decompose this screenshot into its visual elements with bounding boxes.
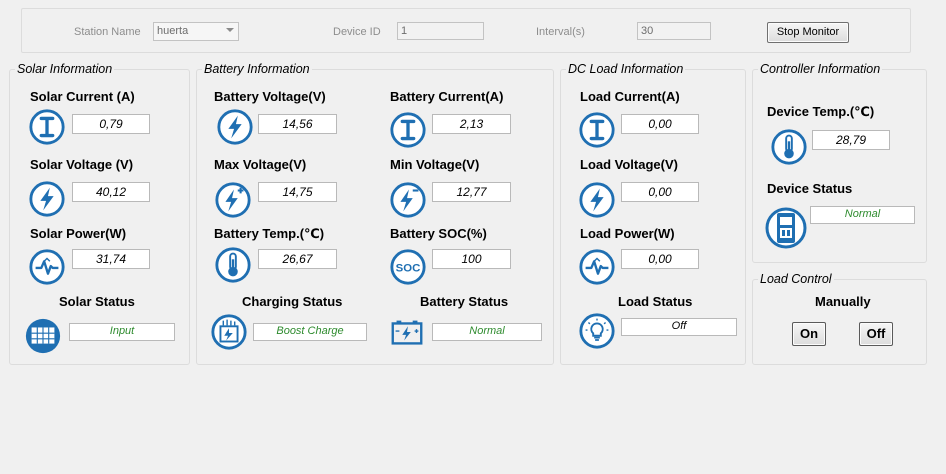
battery-soc-label: Battery SOC(%) <box>390 226 487 241</box>
battery-voltage-value: 14,56 <box>258 114 337 134</box>
load-control-title: Load Control <box>758 272 834 286</box>
current-icon <box>28 108 66 146</box>
solar-status-label: Solar Status <box>59 294 135 309</box>
battery-temp-value: 26,67 <box>258 249 337 269</box>
max-voltage-value: 14,75 <box>258 182 337 202</box>
max-voltage-label: Max Voltage(V) <box>214 157 307 172</box>
load-group-title: DC Load Information <box>566 62 686 76</box>
solar-current-value: 0,79 <box>72 114 150 134</box>
min-voltage-value: 12,77 <box>432 182 511 202</box>
solar-status-value: Input <box>69 323 175 341</box>
solar-voltage-value: 40,12 <box>72 182 150 202</box>
battery-soc-value: 100 <box>432 249 511 269</box>
interval-field[interactable]: 30 <box>637 22 711 40</box>
device-id-label: Device ID <box>333 26 381 38</box>
load-control-mode-label: Manually <box>815 294 871 309</box>
voltage-bolt-icon <box>216 108 254 146</box>
battery-temp-label: Battery Temp.(℃) <box>214 226 325 241</box>
solar-panel-icon <box>24 317 62 355</box>
battery-icon <box>388 313 426 351</box>
voltage-bolt-icon <box>28 180 66 218</box>
interval-label: Interval(s) <box>536 26 585 38</box>
load-status-value: Off <box>621 318 737 336</box>
device-id-field[interactable]: 1 <box>397 22 484 40</box>
current-icon <box>578 111 616 149</box>
load-current-value: 0,00 <box>621 114 699 134</box>
load-power-label: Load Power(W) <box>580 226 675 241</box>
min-voltage-icon <box>389 181 427 219</box>
power-pulse-icon <box>578 248 616 286</box>
load-control-group <box>752 279 927 365</box>
solar-voltage-label: Solar Voltage (V) <box>30 157 134 172</box>
stop-monitor-button[interactable]: Stop Monitor <box>767 22 849 43</box>
solar-power-value: 31,74 <box>72 249 150 269</box>
min-voltage-label: Min Voltage(V) <box>390 157 480 172</box>
load-status-label: Load Status <box>618 294 693 309</box>
device-status-label: Device Status <box>767 181 853 196</box>
charging-status-label: Charging Status <box>242 294 343 309</box>
solar-current-label: Solar Current (A) <box>30 89 135 104</box>
solar-power-label: Solar Power(W) <box>30 226 127 241</box>
battery-status-value: Normal <box>432 323 542 341</box>
load-off-button[interactable]: Off <box>859 322 893 346</box>
voltage-bolt-icon <box>578 181 616 219</box>
controller-group-title: Controller Information <box>758 62 883 76</box>
load-voltage-value: 0,00 <box>621 182 699 202</box>
battery-current-value: 2,13 <box>432 114 511 134</box>
thermometer-icon <box>770 128 808 166</box>
lightbulb-icon <box>578 312 616 350</box>
load-on-button[interactable]: On <box>792 322 826 346</box>
battery-voltage-label: Battery Voltage(V) <box>214 89 326 104</box>
battery-group-title: Battery Information <box>202 62 312 76</box>
svg-text:SOC: SOC <box>396 262 421 274</box>
station-name-label: Station Name <box>74 26 141 38</box>
device-temp-value: 28,79 <box>812 130 890 150</box>
charging-status-value: Boost Charge <box>253 323 367 341</box>
current-icon <box>389 111 427 149</box>
load-current-label: Load Current(A) <box>580 89 680 104</box>
battery-status-label: Battery Status <box>420 294 509 309</box>
power-pulse-icon <box>28 248 66 286</box>
soc-icon: SOC <box>389 248 427 286</box>
chevron-down-icon <box>226 28 234 32</box>
charging-icon <box>210 313 248 351</box>
load-voltage-label: Load Voltage(V) <box>580 157 678 172</box>
station-name-value: huerta <box>157 25 189 37</box>
device-status-value: Normal <box>810 206 915 224</box>
station-name-select[interactable]: huerta <box>153 22 239 41</box>
solar-group-title: Solar Information <box>15 62 115 76</box>
thermometer-icon <box>214 246 252 284</box>
max-voltage-icon <box>214 181 252 219</box>
controller-device-icon <box>765 205 807 251</box>
battery-current-label: Battery Current(A) <box>390 89 504 104</box>
load-power-value: 0,00 <box>621 249 699 269</box>
device-temp-label: Device Temp.(℃) <box>767 104 875 119</box>
